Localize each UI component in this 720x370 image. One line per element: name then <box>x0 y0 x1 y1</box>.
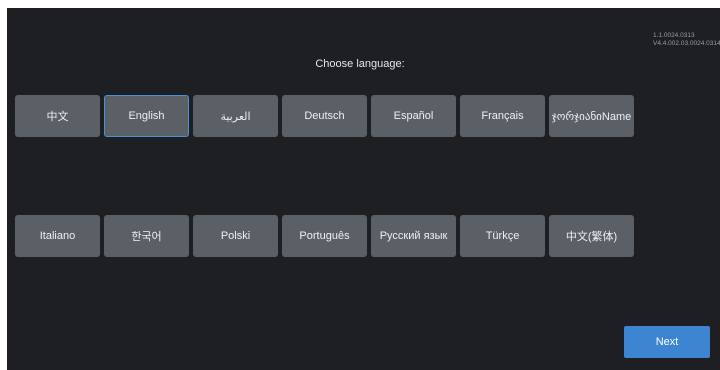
language-button-french[interactable]: Français <box>460 95 545 137</box>
language-button-english[interactable]: English <box>104 95 189 137</box>
language-button-arabic[interactable]: العربية <box>193 95 278 137</box>
next-button[interactable]: Next <box>624 326 710 358</box>
language-button-italian[interactable]: Italiano <box>15 215 100 257</box>
language-row-2: Italiano 한국어 Polski Português Русский яз… <box>15 215 634 257</box>
version-info: 1.1.0024.0313 V4.4.002.03.0024.0314 <box>653 32 720 48</box>
language-button-chinese-simplified[interactable]: 中文 <box>15 95 100 137</box>
language-button-german[interactable]: Deutsch <box>282 95 367 137</box>
page-title: Choose language: <box>315 58 405 70</box>
language-button-polish[interactable]: Polski <box>193 215 278 257</box>
language-button-turkish[interactable]: Türkçe <box>460 215 545 257</box>
language-button-russian[interactable]: Русский язык <box>371 215 456 257</box>
language-button-spanish[interactable]: Español <box>371 95 456 137</box>
language-button-chinese-traditional[interactable]: 中文(繁体) <box>549 215 634 257</box>
version-line-2: V4.4.002.03.0024.0314 <box>653 40 720 47</box>
language-button-portuguese[interactable]: Português <box>282 215 367 257</box>
language-row-1: 中文 English العربية Deutsch Español Franç… <box>15 95 634 137</box>
language-button-korean[interactable]: 한국어 <box>104 215 189 257</box>
version-line-1: 1.1.0024.0313 <box>653 32 695 39</box>
language-button-georgian[interactable]: ჯორჯიანიName <box>549 95 634 137</box>
